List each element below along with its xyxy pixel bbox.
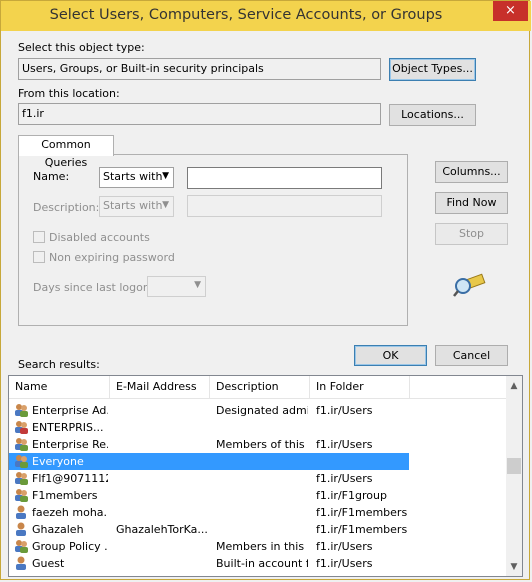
row-name: Enterprise Re... (32, 438, 108, 451)
table-row[interactable]: ENTERPRIS... (9, 419, 409, 436)
non-expiring-checkbox (33, 251, 45, 263)
search-flashlight-icon (453, 273, 486, 297)
row-folder: f1.ir/Users (316, 557, 373, 570)
description-label: Description: (33, 201, 100, 214)
columns-button[interactable]: Columns... (435, 161, 508, 183)
row-description: Designated admi... (216, 404, 308, 417)
column-header-folder[interactable]: In Folder (310, 376, 410, 398)
locations-button[interactable]: Locations... (389, 104, 476, 126)
non-expiring-label: Non expiring password (49, 251, 175, 264)
row-name: Everyone (32, 455, 84, 468)
group-icon (13, 487, 29, 503)
description-input (187, 195, 382, 217)
row-folder: f1.ir/Users (316, 540, 373, 553)
close-button[interactable]: × (493, 1, 528, 21)
window-title: Select Users, Computers, Service Account… (49, 7, 443, 23)
find-now-button[interactable]: Find Now (435, 192, 508, 214)
row-folder: f1.ir/Users (316, 404, 373, 417)
row-name: Ghazaleh (32, 523, 84, 536)
row-description: Members in this ... (216, 540, 308, 553)
description-mode-select: Starts with ▼ (99, 196, 174, 217)
name-input[interactable] (187, 167, 382, 189)
results-header: Name E-Mail Address Description In Folde… (9, 376, 506, 399)
group-icon (13, 436, 29, 452)
ok-button[interactable]: OK (354, 345, 427, 366)
group-icon (13, 470, 29, 486)
description-mode-value: Starts with (103, 199, 163, 212)
object-type-field: Users, Groups, or Built-in security prin… (18, 58, 381, 80)
cancel-button[interactable]: Cancel (435, 345, 508, 366)
row-folder: f1.ir/Users (316, 438, 373, 451)
column-header-name[interactable]: Name (9, 376, 110, 398)
row-description: Members of this ... (216, 438, 308, 451)
table-row[interactable]: Enterprise Ad... Designated admi... f1.ir/… (9, 402, 409, 419)
row-name: faezeh moha... (32, 506, 108, 519)
table-row[interactable]: Guest Built-in account f... f1.ir/Users (9, 555, 409, 572)
row-description: Built-in account f... (216, 557, 308, 570)
row-name: Group Policy ... (32, 540, 108, 553)
group-icon (13, 538, 29, 554)
chevron-down-icon: ▼ (162, 171, 169, 181)
row-folder: f1.ir/F1members (316, 506, 408, 519)
user-icon (13, 521, 29, 537)
group-icon (13, 453, 29, 469)
location-label: From this location: (18, 87, 120, 100)
row-email: GhazalehTorKa... (116, 523, 208, 536)
table-row[interactable]: Group Policy ... Members in this ... f1.ir… (9, 538, 409, 555)
row-folder: f1.ir/Users (316, 472, 373, 485)
table-row[interactable]: Everyone (9, 453, 409, 470)
scroll-up-icon[interactable]: ▲ (506, 378, 522, 394)
table-row[interactable]: F1members f1.ir/F1group (9, 487, 409, 504)
title-bar[interactable]: Select Users, Computers, Service Account… (1, 1, 531, 31)
row-name: Flf1@9071112 (32, 472, 108, 485)
disabled-accounts-checkbox (33, 231, 45, 243)
special-group-icon (13, 419, 29, 435)
column-header-email[interactable]: E-Mail Address (110, 376, 210, 398)
results-scrollbar[interactable]: ▲ ▼ (506, 376, 522, 576)
scroll-thumb[interactable] (507, 458, 521, 474)
group-icon (13, 402, 29, 418)
row-name: Enterprise Ad... (32, 404, 108, 417)
row-name: F1members (32, 489, 98, 502)
row-name: Guest (32, 557, 65, 570)
search-results-label: Search results: (18, 358, 100, 371)
object-types-button[interactable]: Object Types... (389, 58, 476, 81)
user-icon (13, 504, 29, 520)
chevron-down-icon: ▼ (162, 200, 169, 210)
table-row[interactable]: Ghazaleh GhazalehTorKa... f1.ir/F1members (9, 521, 409, 538)
disabled-accounts-label: Disabled accounts (49, 231, 150, 244)
location-field: f1.ir (18, 103, 381, 125)
name-mode-select[interactable]: Starts with ▼ (99, 167, 174, 188)
chevron-down-icon: ▼ (194, 280, 201, 290)
row-folder: f1.ir/F1group (316, 489, 387, 502)
stop-button: Stop (435, 223, 508, 245)
days-since-logon-label: Days since last logon: (33, 281, 154, 294)
object-type-label: Select this object type: (18, 41, 145, 54)
user-icon (13, 555, 29, 571)
scroll-down-icon[interactable]: ▼ (506, 559, 522, 575)
row-folder: f1.ir/F1members (316, 523, 408, 536)
table-row[interactable]: Enterprise Re... Members of this ... f1.ir… (9, 436, 409, 453)
days-since-logon-select: ▼ (147, 276, 206, 297)
column-header-description[interactable]: Description (210, 376, 310, 398)
row-name: ENTERPRIS... (32, 421, 104, 434)
search-results-list[interactable]: Name E-Mail Address Description In Folde… (8, 375, 523, 577)
table-row[interactable]: faezeh moha... f1.ir/F1members (9, 504, 409, 521)
name-mode-value: Starts with (103, 170, 163, 183)
table-row[interactable]: Flf1@9071112 f1.ir/Users (9, 470, 409, 487)
tab-common-queries[interactable]: Common Queries (18, 135, 114, 169)
